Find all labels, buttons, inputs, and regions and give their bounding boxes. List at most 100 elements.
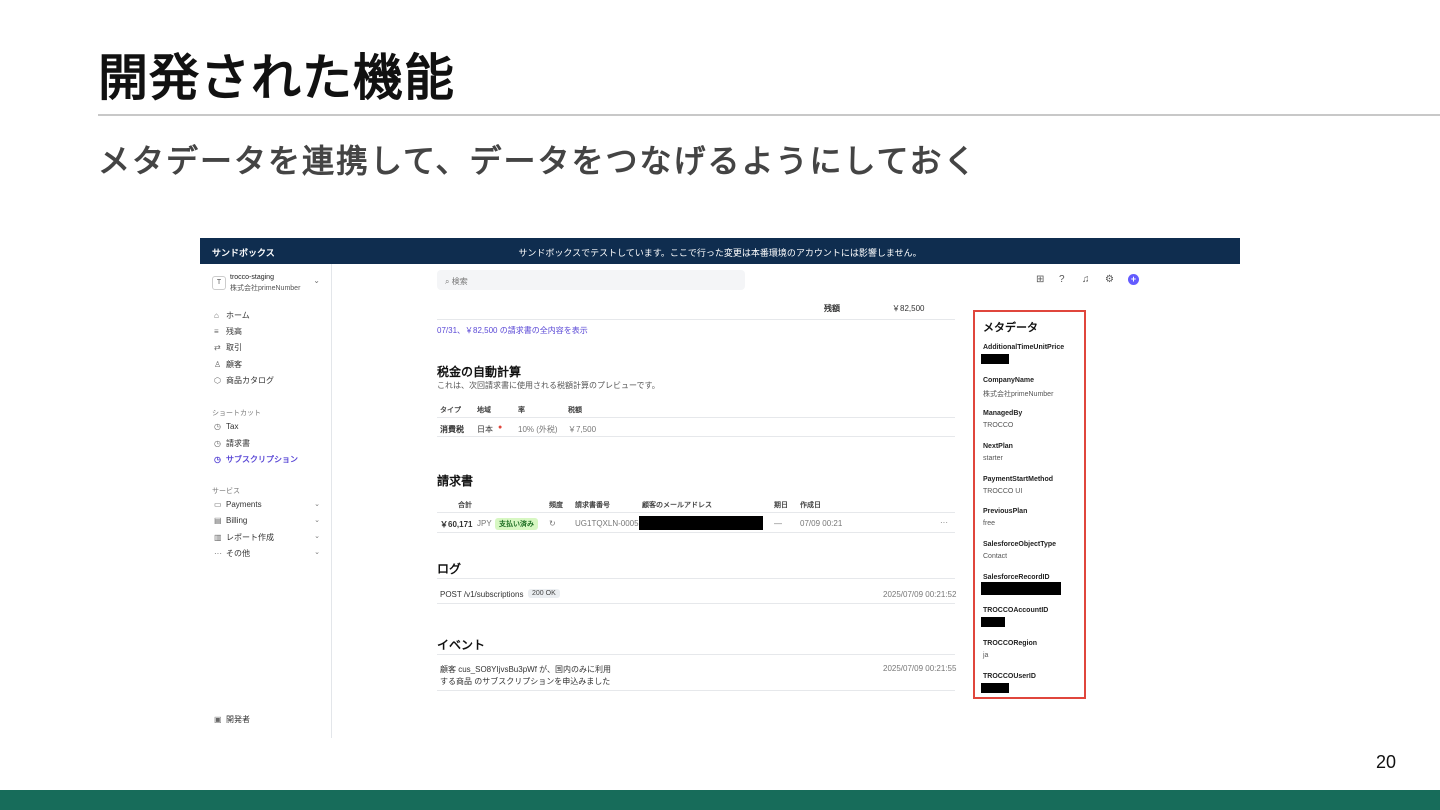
divider bbox=[437, 690, 955, 691]
japan-flag-icon: ● bbox=[498, 424, 503, 431]
metadata-key: ManagedBy bbox=[983, 410, 1023, 417]
invoice-header-email: 顧客のメールアドレス bbox=[642, 502, 712, 509]
shortcuts-heading: ショートカット bbox=[212, 410, 261, 417]
divider bbox=[437, 654, 955, 655]
services-heading: サービス bbox=[212, 488, 240, 495]
metadata-value: 株式会社primeNumber bbox=[983, 391, 1054, 398]
sidebar-item-label: Tax bbox=[226, 422, 239, 431]
create-plus-icon[interactable]: + bbox=[1128, 274, 1139, 285]
slide-title: 開発された機能 bbox=[98, 49, 455, 107]
clock-icon: ◷ bbox=[214, 455, 221, 464]
divider bbox=[437, 417, 955, 418]
metadata-key: TROCCOAccountID bbox=[983, 607, 1049, 614]
gear-icon[interactable]: ⚙ bbox=[1105, 274, 1128, 285]
chevron-down-icon: ⌄ bbox=[313, 276, 320, 285]
events-section-title: イベント bbox=[437, 638, 486, 652]
invoice-total: ￥60,171 bbox=[440, 520, 473, 529]
metadata-value: TROCCO UI bbox=[983, 488, 1023, 495]
sidebar-item-customers[interactable]: ♙ 顧客 bbox=[214, 359, 324, 373]
invoice-currency: JPY bbox=[477, 519, 492, 528]
sidebar-item-invoices[interactable]: ◷ 請求書 bbox=[214, 438, 324, 452]
tax-header-region: 地域 bbox=[477, 407, 491, 414]
redacted-email bbox=[639, 516, 763, 530]
divider bbox=[437, 512, 955, 513]
sidebar-item-label: レポート作成 bbox=[226, 533, 274, 542]
invoices-section-title: 請求書 bbox=[437, 474, 474, 488]
event-text-line2: する商品 のサブスクリプションを申込みました bbox=[440, 677, 611, 686]
redacted-value bbox=[981, 683, 1009, 693]
sidebar-item-label: Payments bbox=[226, 500, 262, 509]
sidebar-item-label: Billing bbox=[226, 516, 248, 525]
event-time: 2025/07/09 00:21:55 bbox=[883, 664, 957, 673]
metadata-key: AdditionalTimeUnitPrice bbox=[983, 344, 1065, 351]
sidebar-item-label: 開発者 bbox=[226, 715, 250, 724]
sidebar-item-developers[interactable]: ▣ 開発者 bbox=[214, 714, 324, 728]
account-switcher[interactable]: T trocco-staging 株式会社primeNumber ⌄ bbox=[212, 272, 322, 294]
full-invoice-link[interactable]: 07/31、￥82,500 の請求書の全内容を表示 bbox=[437, 325, 588, 336]
sidebar-item-reports[interactable]: ▥ レポート作成 ⌄ bbox=[214, 532, 324, 546]
main-content: ⌕ 検索 ⊞? ♫ ⚙ + 残額 ￥82,500 07/31、￥82,500 の請求書… bbox=[332, 264, 1240, 738]
account-org: 株式会社primeNumber bbox=[230, 285, 301, 292]
sidebar-item-label: その他 bbox=[226, 549, 250, 558]
app-screenshot: サンドボックス サンドボックスでテストしています。ここで行った変更は本番環境のア… bbox=[200, 238, 1240, 738]
logs-section-title: ログ bbox=[437, 562, 462, 576]
tax-section-desc: これは、次回請求書に使用される税額計算のプレビューです。 bbox=[437, 381, 660, 390]
redacted-value bbox=[981, 617, 1005, 627]
top-toolbar: ⊞? ♫ ⚙ + bbox=[1036, 274, 1139, 285]
metadata-value: ja bbox=[983, 652, 989, 659]
sidebar-item-label: 商品カタログ bbox=[226, 376, 274, 385]
help-icon[interactable]: ? bbox=[1059, 274, 1082, 285]
clock-icon: ◷ bbox=[214, 439, 221, 448]
invoice-number: UG1TQXLN-0005 bbox=[575, 519, 639, 528]
metadata-key: PreviousPlan bbox=[983, 508, 1028, 515]
home-icon: ⌂ bbox=[214, 311, 219, 320]
sidebar-item-tax[interactable]: ◷ Tax bbox=[214, 422, 324, 436]
divider bbox=[437, 603, 955, 604]
sidebar-item-label: 取引 bbox=[226, 343, 242, 352]
sidebar-item-catalog[interactable]: ⬡ 商品カタログ bbox=[214, 375, 324, 389]
sidebar-item-transactions[interactable]: ⇄ 取引 bbox=[214, 342, 324, 356]
search-placeholder: 検索 bbox=[451, 277, 468, 286]
log-time: 2025/07/09 00:21:52 bbox=[883, 590, 957, 599]
metadata-title: メタデータ bbox=[983, 322, 1038, 334]
invoice-header-number: 請求書番号 bbox=[575, 502, 610, 509]
metadata-value: free bbox=[983, 520, 996, 527]
metadata-key: CompanyName bbox=[983, 377, 1034, 384]
reports-icon: ▥ bbox=[214, 533, 222, 542]
sidebar-item-payments[interactable]: ▭ Payments ⌄ bbox=[214, 500, 324, 514]
status-badge: 支払い済み bbox=[495, 518, 538, 530]
sidebar-item-subscriptions[interactable]: ◷ サブスクリプション bbox=[214, 454, 324, 468]
metadata-key: SalesforceRecordID bbox=[983, 574, 1050, 581]
tax-header-amount: 税額 bbox=[568, 407, 582, 414]
invoice-due: — bbox=[774, 519, 782, 528]
sidebar-item-more[interactable]: ··· その他 ⌄ bbox=[214, 548, 324, 562]
tax-section-title: 税金の自動計算 bbox=[437, 365, 522, 379]
footer-bar bbox=[0, 790, 1440, 810]
chevron-down-icon: ⌄ bbox=[314, 501, 320, 508]
balance-value: ￥82,500 bbox=[892, 304, 925, 313]
account-name: trocco-staging bbox=[230, 274, 274, 281]
sidebar-item-label: 残高 bbox=[226, 327, 242, 336]
transactions-icon: ⇄ bbox=[214, 343, 221, 352]
sidebar-item-label: 顧客 bbox=[226, 360, 242, 369]
divider bbox=[437, 319, 955, 320]
invoice-header-due: 期日 bbox=[774, 502, 788, 509]
account-avatar: T bbox=[212, 276, 226, 290]
more-icon: ··· bbox=[214, 549, 222, 558]
sidebar-item-balance[interactable]: ≡ 残高 bbox=[214, 326, 324, 340]
search-input[interactable]: ⌕ 検索 bbox=[437, 270, 745, 290]
balance-label: 残額 bbox=[824, 304, 840, 313]
sidebar-item-label: 請求書 bbox=[226, 439, 250, 448]
more-actions-icon[interactable]: ··· bbox=[940, 518, 948, 527]
metadata-key: PaymentStartMethod bbox=[983, 476, 1054, 483]
sidebar-item-label: サブスクリプション bbox=[226, 455, 298, 464]
sidebar-item-billing[interactable]: ▤ Billing ⌄ bbox=[214, 516, 324, 530]
sidebar-item-home[interactable]: ⌂ ホーム bbox=[214, 310, 324, 324]
metadata-value: TROCCO bbox=[983, 422, 1014, 429]
redacted-value bbox=[981, 582, 1061, 595]
apps-icon[interactable]: ⊞ bbox=[1036, 274, 1059, 285]
chevron-down-icon: ⌄ bbox=[314, 549, 320, 556]
tax-type: 消費税 bbox=[440, 425, 464, 434]
bell-icon[interactable]: ♫ bbox=[1082, 274, 1105, 285]
metadata-key: NextPlan bbox=[983, 443, 1013, 450]
